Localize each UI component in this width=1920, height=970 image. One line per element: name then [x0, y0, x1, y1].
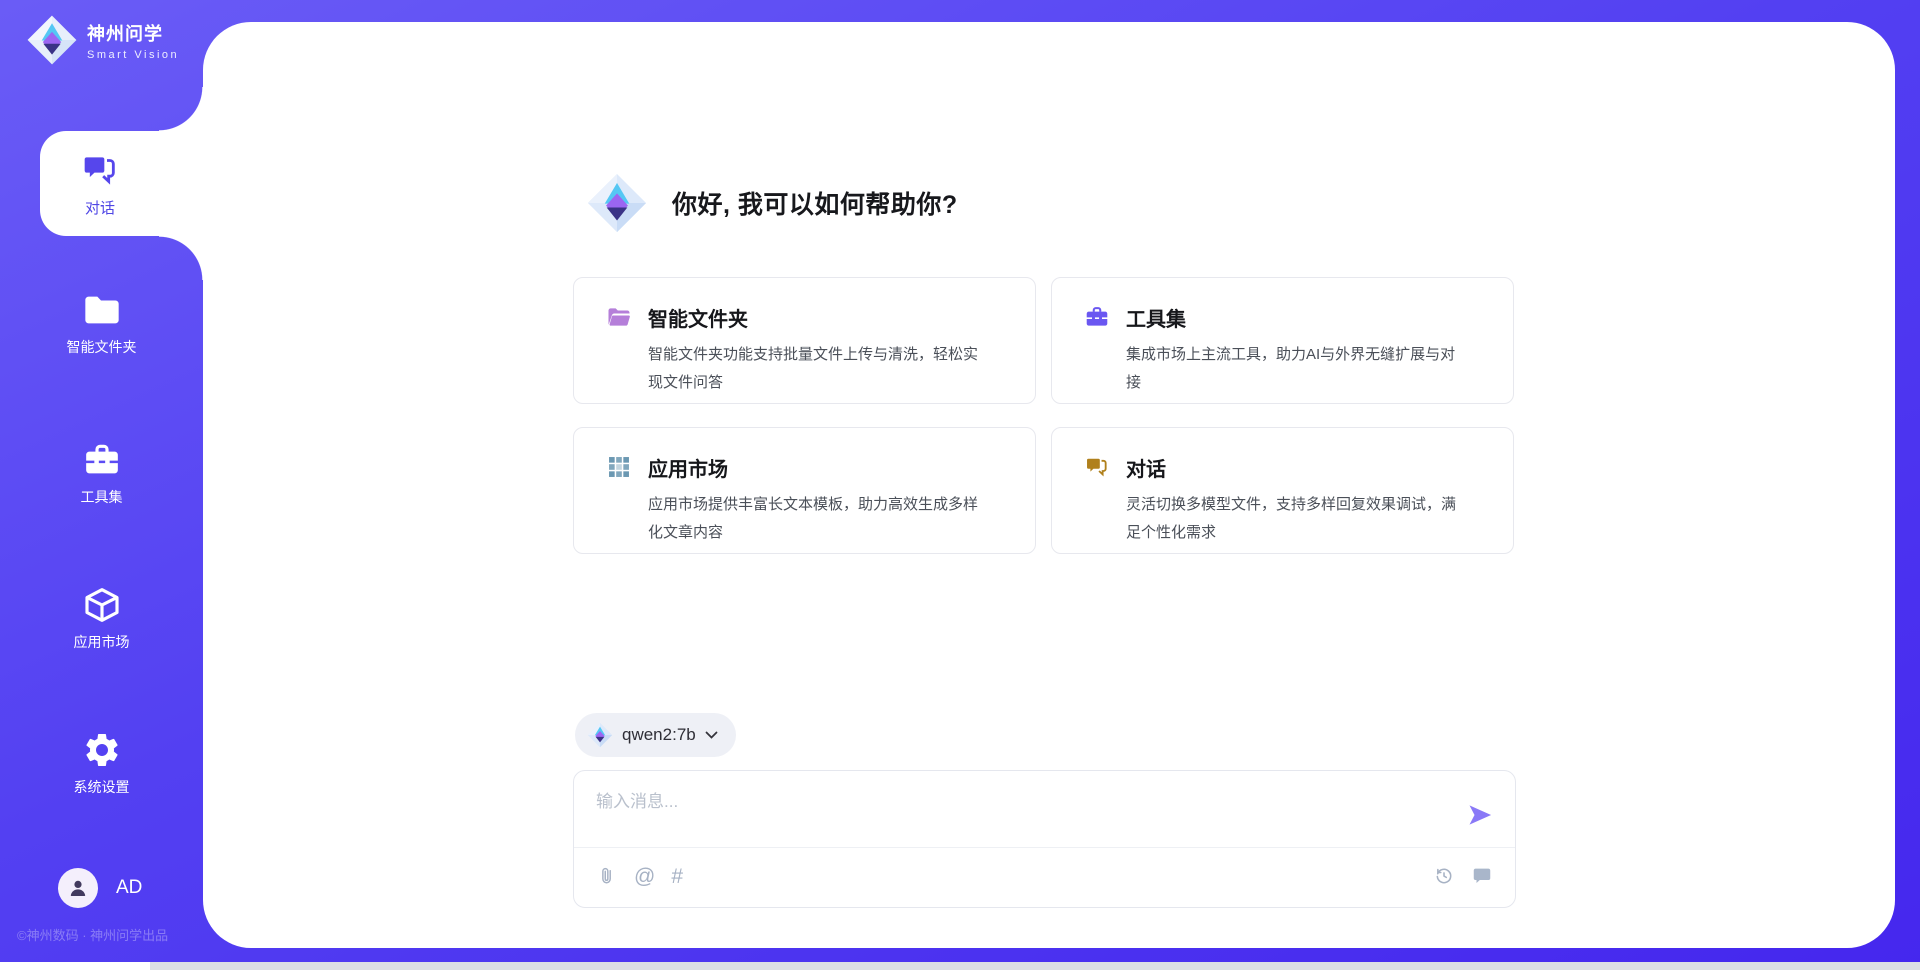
card-title: 对话 [1126, 453, 1458, 482]
diamond-logo-icon [26, 14, 78, 66]
send-button[interactable] [1465, 801, 1495, 831]
sidebar-item-label: 工具集 [81, 487, 123, 507]
card-title: 工具集 [1126, 303, 1458, 332]
folder-icon [82, 290, 122, 330]
horizontal-scrollbar[interactable] [0, 962, 1920, 970]
card-content: 应用市场 应用市场提供丰富长文本模板，助力高效生成多样化文章内容 [648, 453, 980, 553]
send-icon [1466, 801, 1494, 829]
card-chat[interactable]: 对话 灵活切换多模型文件，支持多样回复效果调试，满足个性化需求 [1051, 427, 1514, 554]
card-description: 智能文件夹功能支持批量文件上传与清洗，轻松实现文件问答 [648, 341, 980, 397]
composer-divider [574, 847, 1515, 848]
greeting-block: 你好, 我可以如何帮助你? [586, 172, 958, 234]
paperclip-icon [596, 865, 618, 887]
toolbox-icon [82, 440, 122, 480]
folder-open-icon [606, 304, 632, 330]
cube-icon [82, 585, 122, 625]
chat-bubble-icon [1471, 865, 1493, 887]
toolbox-icon [1084, 304, 1110, 330]
user-name: AD [116, 877, 142, 899]
sidebar-item-label: 应用市场 [74, 632, 130, 652]
scrollbar-thumb[interactable] [0, 962, 150, 970]
brand-logo: 神州问学 Smart Vision [26, 14, 179, 66]
user-account[interactable]: AD [58, 868, 142, 908]
history-button[interactable] [1433, 865, 1455, 887]
copyright-footer: ©神州数码 · 神州问学出品 [17, 925, 168, 944]
diamond-logo-icon [586, 172, 648, 234]
sidebar-item-label: 系统设置 [74, 777, 130, 797]
model-selector[interactable]: qwen2:7b [575, 713, 736, 757]
sidebar-item-smart-folder[interactable]: 智能文件夹 [0, 290, 203, 357]
avatar [58, 868, 98, 908]
card-content: 工具集 集成市场上主流工具，助力AI与外界无缝扩展与对接 [1126, 303, 1458, 403]
card-description: 应用市场提供丰富长文本模板，助力高效生成多样化文章内容 [648, 491, 980, 547]
sidebar-item-toolkit[interactable]: 工具集 [0, 440, 203, 507]
new-chat-button[interactable] [1471, 865, 1493, 887]
hashtag-button[interactable]: # [671, 866, 683, 887]
card-smart-folder[interactable]: 智能文件夹 智能文件夹功能支持批量文件上传与清洗，轻松实现文件问答 [573, 277, 1036, 404]
sidebar: 神州问学 Smart Vision 智能文件夹 工具集 应 [0, 0, 203, 970]
card-app-market[interactable]: 应用市场 应用市场提供丰富长文本模板，助力高效生成多样化文章内容 [573, 427, 1036, 554]
greeting-title: 你好, 我可以如何帮助你? [672, 185, 958, 221]
card-toolkit[interactable]: 工具集 集成市场上主流工具，助力AI与外界无缝扩展与对接 [1051, 277, 1514, 404]
sidebar-item-settings[interactable]: 系统设置 [0, 730, 203, 797]
sidebar-item-label: 智能文件夹 [67, 337, 137, 357]
message-composer: @ # [573, 770, 1516, 908]
card-description: 集成市场上主流工具，助力AI与外界无缝扩展与对接 [1126, 341, 1458, 397]
main-panel: 你好, 我可以如何帮助你? 智能文件夹 智能文件夹功能支持批量文件上传与清洗，轻… [203, 22, 1895, 948]
diamond-logo-icon [587, 722, 613, 748]
card-content: 对话 灵活切换多模型文件，支持多样回复效果调试，满足个性化需求 [1126, 453, 1458, 553]
brand-name: 神州问学 [87, 20, 179, 46]
attach-file-button[interactable] [596, 865, 618, 887]
brand-subtitle: Smart Vision [87, 49, 179, 61]
card-title: 智能文件夹 [648, 303, 980, 332]
message-input[interactable] [596, 787, 1456, 841]
app-root: 你好, 我可以如何帮助你? 智能文件夹 智能文件夹功能支持批量文件上传与清洗，轻… [0, 0, 1920, 970]
mention-button[interactable]: @ [634, 866, 655, 887]
card-content: 智能文件夹 智能文件夹功能支持批量文件上传与清洗，轻松实现文件问答 [648, 303, 980, 403]
chevron-down-icon [705, 731, 718, 739]
card-title: 应用市场 [648, 453, 980, 482]
sidebar-item-app-market[interactable]: 应用市场 [0, 585, 203, 652]
chat-bubbles-icon [1084, 454, 1110, 480]
feature-cards: 智能文件夹 智能文件夹功能支持批量文件上传与清洗，轻松实现文件问答 工具集 集成… [573, 277, 1514, 554]
app-grid-icon [606, 454, 632, 480]
brand-text: 神州问学 Smart Vision [87, 20, 179, 61]
person-icon [66, 876, 90, 900]
gear-icon [82, 730, 122, 770]
card-description: 灵活切换多模型文件，支持多样回复效果调试，满足个性化需求 [1126, 491, 1458, 547]
history-icon [1433, 865, 1455, 887]
model-name: qwen2:7b [622, 725, 696, 745]
composer-toolbar: @ # [596, 855, 1493, 897]
